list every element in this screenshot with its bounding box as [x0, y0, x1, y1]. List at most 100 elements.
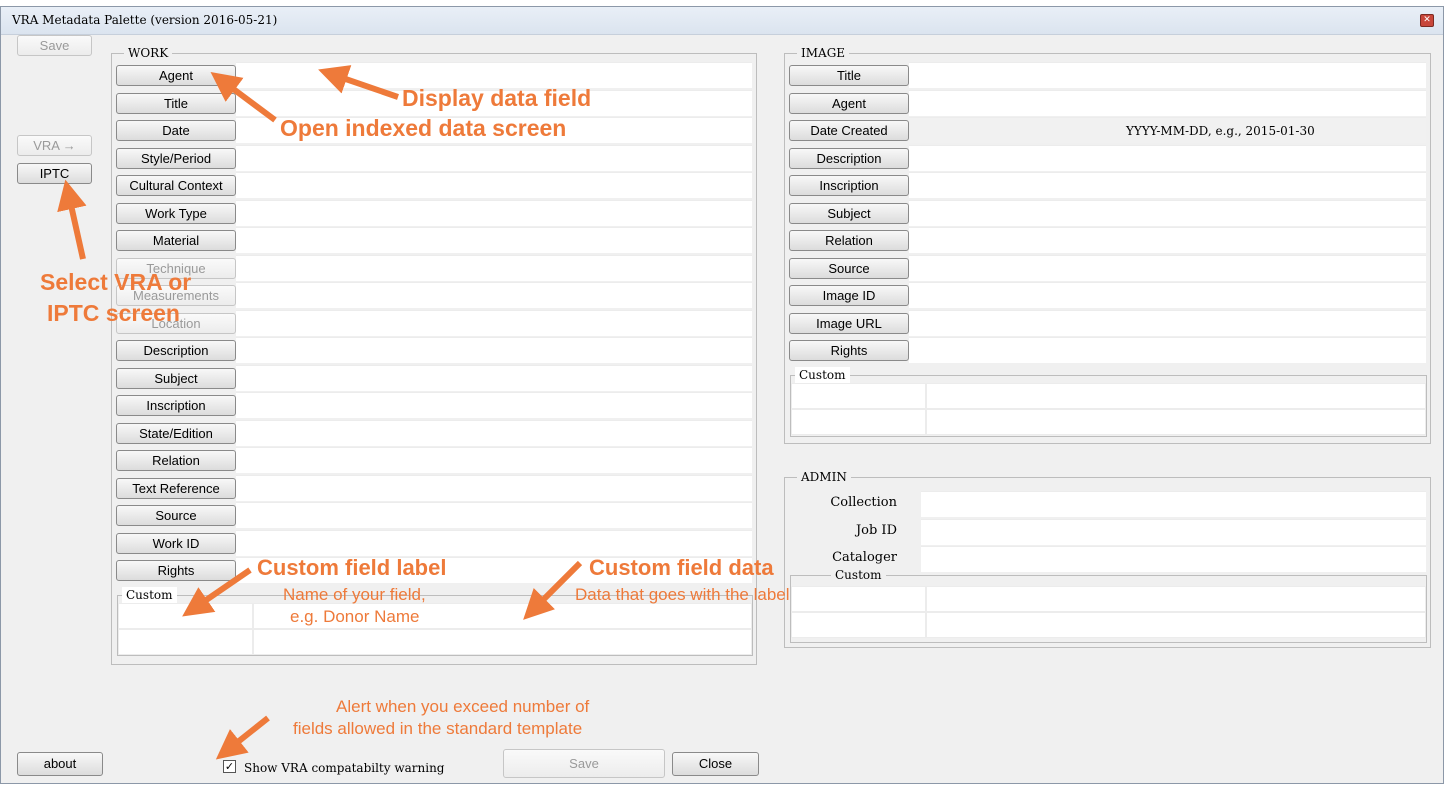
- admin-custom-data-1[interactable]: [926, 586, 1426, 612]
- work-button-title[interactable]: Title: [116, 92, 236, 114]
- admin-field-collection[interactable]: [921, 491, 1426, 517]
- image-button-image-url[interactable]: Image URL: [789, 312, 909, 334]
- admin-custom-title: Custom: [831, 567, 886, 583]
- admin-custom-data-2[interactable]: [926, 612, 1426, 638]
- image-field-subject[interactable]: [909, 199, 1426, 226]
- work-group-title: WORK: [124, 45, 173, 61]
- image-button-description[interactable]: Description: [789, 147, 909, 169]
- image-custom-data-1[interactable]: [926, 383, 1426, 409]
- admin-group-title: ADMIN: [797, 469, 851, 485]
- work-button-inscription[interactable]: Inscription: [116, 395, 236, 416]
- admin-label-cataloger: Cataloger: [832, 550, 897, 565]
- work-button-source[interactable]: Source: [116, 505, 236, 526]
- work-button-subject[interactable]: Subject: [116, 367, 236, 389]
- image-button-subject[interactable]: Subject: [789, 202, 909, 224]
- date-format-hint: YYYY-MM-DD, e.g., 2015-01-30: [1126, 124, 1315, 138]
- image-custom-data-2[interactable]: [926, 409, 1426, 435]
- work-custom-data-2[interactable]: [253, 629, 752, 655]
- about-button[interactable]: about: [17, 752, 103, 776]
- image-field-rights[interactable]: [909, 337, 1426, 363]
- work-field-state-edition[interactable]: [236, 419, 752, 446]
- work-field-measurements[interactable]: [236, 282, 752, 308]
- save-top-button[interactable]: Save: [17, 35, 92, 56]
- admin-custom-group: Custom: [790, 567, 1427, 643]
- annotation-select-line1: Select VRA or: [40, 269, 192, 295]
- admin-custom-label-1[interactable]: [791, 586, 926, 612]
- annotation-custom-data: Custom field data: [589, 555, 774, 580]
- vra-button[interactable]: VRA →: [17, 135, 92, 156]
- title-bar: VRA Metadata Palette (version 2016-05-21…: [1, 7, 1443, 35]
- image-custom-title: Custom: [795, 367, 850, 383]
- work-field-location[interactable]: [236, 309, 752, 336]
- work-custom-title: Custom: [122, 587, 177, 603]
- work-button-relation[interactable]: Relation: [116, 450, 236, 471]
- work-field-text-reference[interactable]: [236, 474, 752, 501]
- image-button-source[interactable]: Source: [789, 257, 909, 279]
- admin-group: ADMIN Collection Job ID Cataloger Custom: [784, 469, 1431, 648]
- image-custom-label-2[interactable]: [791, 409, 926, 435]
- image-custom-group: Custom: [790, 367, 1427, 437]
- palette-window: VRA Metadata Palette (version 2016-05-21…: [0, 6, 1444, 784]
- work-field-technique[interactable]: [236, 254, 752, 281]
- work-button-text-reference[interactable]: Text Reference: [116, 477, 236, 499]
- image-button-rights[interactable]: Rights: [789, 340, 909, 361]
- work-button-work-type[interactable]: Work Type: [116, 202, 236, 224]
- work-field-cultural-context[interactable]: [236, 172, 752, 198]
- admin-field-job-id[interactable]: [921, 518, 1426, 545]
- close-button[interactable]: Close: [672, 752, 759, 776]
- work-button-style-period[interactable]: Style/Period: [116, 147, 236, 169]
- work-field-subject[interactable]: [236, 364, 752, 391]
- work-field-material[interactable]: [236, 227, 752, 253]
- image-field-title[interactable]: [909, 62, 1426, 88]
- image-button-relation[interactable]: Relation: [789, 230, 909, 251]
- image-button-title[interactable]: Title: [789, 65, 909, 86]
- work-field-work-id[interactable]: [236, 529, 752, 556]
- work-custom-label-1[interactable]: [118, 603, 253, 629]
- work-button-work-id[interactable]: Work ID: [116, 532, 236, 554]
- image-field-image-url[interactable]: [909, 309, 1426, 336]
- admin-field-cataloger[interactable]: [921, 546, 1426, 572]
- work-field-relation[interactable]: [236, 447, 752, 473]
- admin-label-collection: Collection: [830, 495, 897, 510]
- annotation-select-line2: IPTC screen: [47, 300, 180, 326]
- annotation-custom-label-sub2: e.g. Donor Name: [290, 607, 420, 626]
- work-field-inscription[interactable]: [236, 392, 752, 418]
- image-field-image-id[interactable]: [909, 282, 1426, 308]
- image-field-inscription[interactable]: [909, 172, 1426, 198]
- work-button-state-edition[interactable]: State/Edition: [116, 422, 236, 444]
- annotation-alert-line1: Alert when you exceed number of: [336, 697, 590, 716]
- work-custom-label-2[interactable]: [118, 629, 253, 655]
- window-close-icon[interactable]: ✕: [1420, 14, 1434, 27]
- iptc-button[interactable]: IPTC: [17, 163, 92, 184]
- work-button-cultural-context[interactable]: Cultural Context: [116, 175, 236, 196]
- image-field-relation[interactable]: [909, 227, 1426, 253]
- work-field-source[interactable]: [236, 502, 752, 528]
- image-custom-label-1[interactable]: [791, 383, 926, 409]
- image-button-image-id[interactable]: Image ID: [789, 285, 909, 306]
- work-button-rights[interactable]: Rights: [116, 560, 236, 581]
- work-button-material[interactable]: Material: [116, 230, 236, 251]
- annotation-display-field: Display data field: [402, 85, 592, 111]
- work-field-description[interactable]: [236, 337, 752, 363]
- annotation-custom-label: Custom field label: [257, 555, 447, 580]
- admin-custom-label-2[interactable]: [791, 612, 926, 638]
- work-button-date[interactable]: Date: [116, 120, 236, 141]
- work-field-work-type[interactable]: [236, 199, 752, 226]
- work-button-description[interactable]: Description: [116, 340, 236, 361]
- image-field-agent[interactable]: [909, 89, 1426, 116]
- image-button-inscription[interactable]: Inscription: [789, 175, 909, 196]
- save-bottom-button[interactable]: Save: [503, 749, 665, 778]
- window-title: VRA Metadata Palette (version 2016-05-21…: [12, 13, 278, 27]
- image-button-date-created[interactable]: Date Created: [789, 120, 909, 141]
- compat-warning-checkbox[interactable]: ✓: [223, 760, 236, 773]
- image-field-date-created[interactable]: YYYY-MM-DD, e.g., 2015-01-30: [909, 117, 1426, 143]
- work-field-style-period[interactable]: [236, 144, 752, 171]
- admin-label-job-id: Job ID: [855, 522, 897, 538]
- work-button-agent[interactable]: Agent: [116, 65, 236, 86]
- compat-warning-label: Show VRA compatabilty warning: [244, 761, 445, 775]
- image-field-source[interactable]: [909, 254, 1426, 281]
- image-button-agent[interactable]: Agent: [789, 92, 909, 114]
- image-field-description[interactable]: [909, 144, 1426, 171]
- annotation-custom-label-sub1: Name of your field,: [283, 585, 426, 604]
- annotation-open-screen: Open indexed data screen: [280, 115, 567, 141]
